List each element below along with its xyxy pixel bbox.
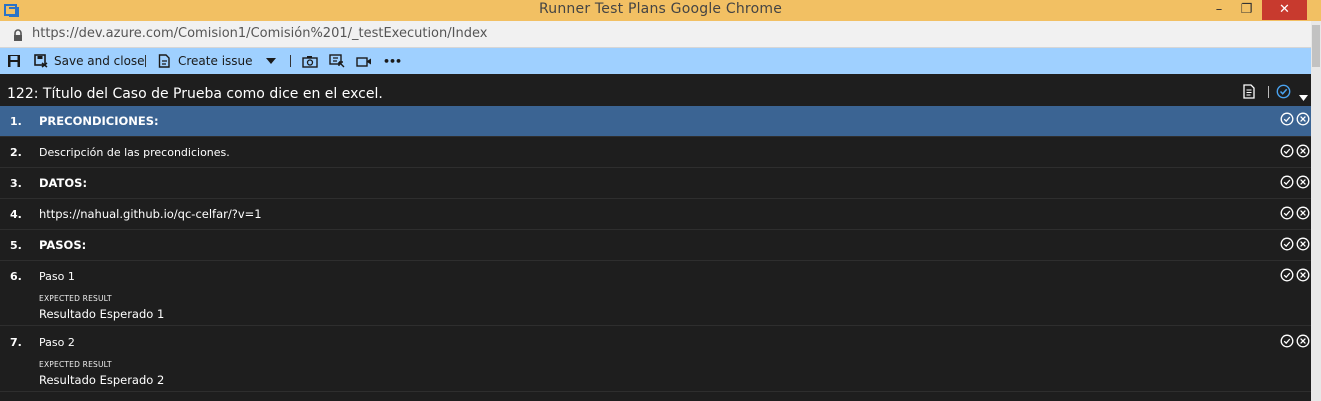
step-number: 6.	[10, 270, 22, 283]
step-number: 7.	[10, 336, 22, 349]
chevron-down-icon[interactable]	[1299, 86, 1308, 105]
window-title: Runner Test Plans Google Chrome	[538, 1, 783, 17]
fail-step-icon[interactable]	[1296, 112, 1310, 126]
address-bar[interactable]: https://dev.azure.com/Comision1/Comisión…	[0, 21, 1311, 48]
test-step-row[interactable]: 1. PRECONDICIONES:	[0, 106, 1311, 137]
expected-result-label: EXPECTED RESULT	[39, 294, 112, 303]
pass-step-icon[interactable]	[1280, 268, 1294, 282]
more-options-button[interactable]: •••	[383, 48, 402, 74]
test-case-title: 122: Título del Caso de Prueba como dice…	[7, 86, 383, 102]
window-title-bar: Runner Test Plans Google Chrome – ❐ ✕	[0, 0, 1321, 21]
test-step-row[interactable]: 4. https://nahual.github.io/qc-celfar/?v…	[0, 199, 1311, 230]
record-video-icon[interactable]	[356, 48, 372, 74]
fail-step-icon[interactable]	[1296, 206, 1310, 220]
test-case-header: 122: Título del Caso de Prueba como dice…	[0, 74, 1311, 106]
step-number: 3.	[10, 177, 22, 190]
scrollbar[interactable]	[1311, 21, 1321, 401]
step-number: 4.	[10, 208, 22, 221]
step-action: Descripción de las precondiciones.	[39, 146, 230, 159]
pass-step-icon[interactable]	[1280, 112, 1294, 126]
fail-step-icon[interactable]	[1296, 334, 1310, 348]
capture-action-log-icon[interactable]	[329, 48, 345, 74]
save-close-icon	[34, 54, 48, 68]
save-and-close-label: Save and close	[54, 54, 145, 68]
fail-step-icon[interactable]	[1296, 175, 1310, 189]
minimize-button[interactable]: –	[1205, 0, 1233, 20]
toolbar-divider	[145, 55, 146, 67]
test-steps-list: 1. PRECONDICIONES: 2. Descripción de las…	[0, 106, 1311, 392]
document-icon[interactable]	[1243, 84, 1255, 103]
test-step-row[interactable]: 7. Paso 2 EXPECTED RESULT Resultado Espe…	[0, 326, 1311, 392]
pass-step-icon[interactable]	[1280, 206, 1294, 220]
step-action: Paso 1	[39, 270, 75, 283]
expected-result-value: Resultado Esperado 1	[39, 307, 165, 321]
lock-icon	[12, 27, 24, 41]
fail-step-icon[interactable]	[1296, 268, 1310, 282]
step-number: 2.	[10, 146, 22, 159]
create-issue-icon	[158, 54, 170, 68]
test-step-row[interactable]: 2. Descripción de las precondiciones.	[0, 137, 1311, 168]
create-issue-label: Create issue	[178, 54, 253, 68]
test-step-row[interactable]: 6. Paso 1 EXPECTED RESULT Resultado Espe…	[0, 261, 1311, 326]
create-issue-button[interactable]: Create issue	[158, 48, 253, 74]
outcome-check-icon[interactable]	[1276, 84, 1291, 103]
step-number: 1.	[10, 115, 22, 128]
step-action: DATOS:	[39, 176, 88, 190]
fail-step-icon[interactable]	[1296, 237, 1310, 251]
scrollbar-thumb[interactable]	[1312, 25, 1320, 67]
pass-step-icon[interactable]	[1280, 175, 1294, 189]
save-icon[interactable]	[7, 48, 21, 74]
step-action: PRECONDICIONES:	[39, 114, 159, 128]
step-action: PASOS:	[39, 238, 87, 252]
pass-step-icon[interactable]	[1280, 334, 1294, 348]
close-button[interactable]: ✕	[1262, 0, 1307, 20]
chevron-down-icon[interactable]	[266, 48, 276, 74]
url-text[interactable]: https://dev.azure.com/Comision1/Comisión…	[32, 26, 487, 41]
runner-toolbar: Save and close Create issue •••	[0, 48, 1311, 74]
pass-step-icon[interactable]	[1280, 144, 1294, 158]
step-number: 5.	[10, 239, 22, 252]
fail-step-icon[interactable]	[1296, 144, 1310, 158]
expected-result-value: Resultado Esperado 2	[39, 373, 165, 387]
step-action: https://nahual.github.io/qc-celfar/?v=1	[39, 207, 262, 221]
pass-step-icon[interactable]	[1280, 237, 1294, 251]
test-step-row[interactable]: 5. PASOS:	[0, 230, 1311, 261]
test-step-row[interactable]: 3. DATOS:	[0, 168, 1311, 199]
toolbar-divider	[290, 55, 291, 67]
step-action: Paso 2	[39, 336, 75, 349]
header-divider	[1268, 86, 1269, 98]
save-and-close-button[interactable]: Save and close	[34, 48, 145, 74]
camera-icon[interactable]	[302, 48, 318, 74]
maximize-button[interactable]: ❐	[1233, 0, 1260, 20]
expected-result-label: EXPECTED RESULT	[39, 360, 112, 369]
